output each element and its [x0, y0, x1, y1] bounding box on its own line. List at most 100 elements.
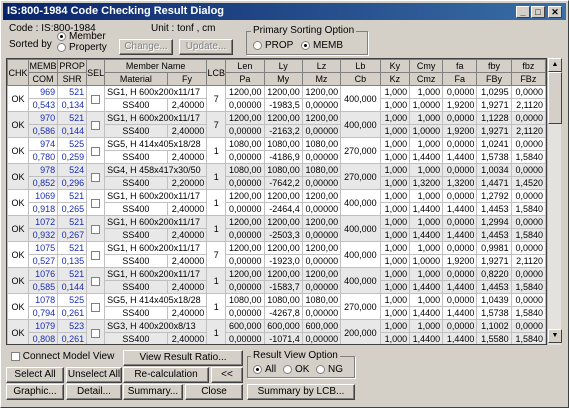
col-mz[interactable]: Mz: [301, 72, 342, 86]
table-row[interactable]: OK 970 521 SG1, H 600x200x11/17 7 1200,00 1200…: [7, 111, 546, 138]
col-len[interactable]: Len: [225, 59, 265, 73]
col-material[interactable]: Material: [104, 72, 168, 86]
material-cell: SS400: [104, 202, 168, 216]
col-cmy[interactable]: Cmy: [409, 59, 444, 73]
col-fbz2[interactable]: FBz: [510, 72, 546, 86]
col-prop[interactable]: PROP: [57, 59, 88, 73]
col-fy[interactable]: Fy: [166, 72, 208, 86]
sort-prop-option[interactable]: PROP: [253, 40, 293, 51]
sort-member-option[interactable]: Member: [57, 31, 106, 42]
sort-property-option[interactable]: Property: [57, 42, 107, 53]
recalculation-button[interactable]: Re-calculation: [123, 367, 209, 383]
sort-memb-option[interactable]: MEMB: [301, 40, 343, 51]
col-my[interactable]: My: [263, 72, 303, 86]
view-all-option[interactable]: All: [253, 364, 276, 375]
table-row[interactable]: OK 1076 521 SG1, H 600x200x11/17 1 1200,00 120…: [7, 267, 546, 294]
table-row[interactable]: OK 1072 521 SG1, H 600x200x11/17 1 1200,00 120…: [7, 215, 546, 242]
col-sel[interactable]: SEL: [86, 59, 106, 86]
col-shr[interactable]: SHR: [57, 72, 88, 86]
col-ly[interactable]: Ly: [263, 59, 303, 73]
check-result-cell: OK: [7, 319, 29, 344]
summary-button[interactable]: Summary...: [123, 384, 183, 400]
result-body: OK 969 521 SG1, H 600x200x11/17 7 1200,00 1200…: [7, 85, 546, 344]
update-button[interactable]: Update...: [179, 39, 233, 55]
memb-cell: 1072: [27, 215, 59, 229]
lb-cell: 400,000: [340, 241, 381, 268]
fbz-cell: 0,0000: [510, 215, 546, 229]
col-fa2[interactable]: Fa: [442, 72, 478, 86]
select-all-button[interactable]: Select All: [6, 367, 64, 383]
table-row[interactable]: OK 969 521 SG1, H 600x200x11/17 7 1200,00 1200…: [7, 85, 546, 112]
scroll-thumb[interactable]: [548, 72, 562, 124]
col-lb[interactable]: Lb: [340, 59, 381, 73]
row-select-checkbox[interactable]: [91, 120, 101, 130]
row-select-checkbox[interactable]: [91, 146, 101, 156]
close-window-button[interactable]: ✕: [548, 6, 562, 18]
col-fa[interactable]: fa: [442, 59, 478, 73]
row-select-checkbox[interactable]: [91, 250, 101, 260]
col-fby2[interactable]: FBy: [476, 72, 512, 86]
collapse-button[interactable]: <<: [211, 367, 243, 383]
col-fbz[interactable]: fbz: [510, 59, 546, 73]
memb-cell: 1076: [27, 267, 59, 281]
graphic-button[interactable]: Graphic...: [6, 384, 64, 400]
col-kz[interactable]: Kz: [379, 72, 411, 86]
detail-button[interactable]: Detail...: [66, 384, 122, 400]
cmz-cell: 1,0000: [409, 98, 444, 112]
change-button[interactable]: Change...: [119, 39, 173, 55]
row-select-checkbox[interactable]: [91, 224, 101, 234]
pa-cell: 0,00000: [225, 228, 265, 242]
view-ng-option[interactable]: NG: [316, 364, 343, 375]
vertical-scrollbar[interactable]: ▲ ▼: [547, 58, 562, 345]
radio-icon: [283, 364, 292, 374]
view-ok-option[interactable]: OK: [283, 364, 309, 375]
view-result-ratio-button[interactable]: View Result Ratio...: [123, 350, 243, 366]
row-select-checkbox[interactable]: [91, 94, 101, 104]
col-member-name[interactable]: Member Name: [104, 59, 208, 73]
col-com[interactable]: COM: [27, 72, 59, 86]
prop-cell: 521: [57, 241, 88, 255]
ly-cell: 1200,00: [263, 215, 303, 229]
fby-cell: 1,0295: [476, 85, 512, 99]
maximize-button[interactable]: □: [531, 6, 545, 18]
col-cmz[interactable]: Cmz: [409, 72, 444, 86]
pa-cell: 0,00000: [225, 150, 265, 164]
table-row[interactable]: OK 1069 521 SG1, H 600x200x11/17 1 1200,00 120…: [7, 189, 546, 216]
col-cb[interactable]: Cb: [340, 72, 381, 86]
col-ky[interactable]: Ky: [379, 59, 411, 73]
row-select-checkbox[interactable]: [91, 172, 101, 182]
col-memb[interactable]: MEMB: [27, 59, 59, 73]
table-row[interactable]: OK 978 524 SG4, H 458x417x30/50 1 1080,00 1080…: [7, 163, 546, 190]
cmy-cell: 1,000: [409, 189, 444, 203]
table-row[interactable]: OK 1075 521 SG1, H 600x200x11/17 7 1200,00 120…: [7, 241, 546, 268]
table-row[interactable]: OK 1078 525 SG5, H 414x405x18/28 1 1080,00 108…: [7, 293, 546, 320]
unselect-all-button[interactable]: Unselect All: [66, 367, 122, 383]
scroll-down-icon[interactable]: ▼: [548, 329, 562, 343]
row-select-checkbox[interactable]: [91, 302, 101, 312]
kz-cell: 1,000: [379, 254, 411, 268]
fby-allow-cell: 1,5738: [476, 150, 512, 164]
row-select-checkbox[interactable]: [91, 198, 101, 208]
close-button[interactable]: Close: [185, 384, 243, 400]
minimize-button[interactable]: _: [516, 6, 530, 18]
col-chk[interactable]: CHK: [7, 59, 29, 86]
memb-cell: 970: [27, 111, 59, 125]
lb-cell: 400,000: [340, 267, 381, 294]
col-lcb[interactable]: LCB: [206, 59, 227, 86]
col-fby[interactable]: fby: [476, 59, 512, 73]
primary-sorting-title: Primary Sorting Option: [251, 25, 357, 36]
com-ratio-cell: 0,586: [27, 124, 59, 138]
table-row[interactable]: OK 1079 523 SG3, H 400x200x8/13 1 600,000 600,…: [7, 319, 546, 344]
row-select-checkbox[interactable]: [91, 276, 101, 286]
kz-cell: 1,000: [379, 124, 411, 138]
member-name-cell: SG3, H 400x200x8/13: [104, 319, 208, 333]
fby-cell: 1,1228: [476, 111, 512, 125]
scroll-up-icon[interactable]: ▲: [548, 58, 562, 72]
connect-model-view-checkbox[interactable]: Connect Model View: [11, 351, 114, 362]
my-cell: -7642,2: [263, 176, 303, 190]
col-lz[interactable]: Lz: [301, 59, 342, 73]
row-select-checkbox[interactable]: [91, 328, 101, 338]
col-pa[interactable]: Pa: [225, 72, 265, 86]
summary-by-lcb-button[interactable]: Summary by LCB...: [247, 384, 355, 400]
table-row[interactable]: OK 974 525 SG5, H 414x405x18/28 1 1080,00 1080…: [7, 137, 546, 164]
